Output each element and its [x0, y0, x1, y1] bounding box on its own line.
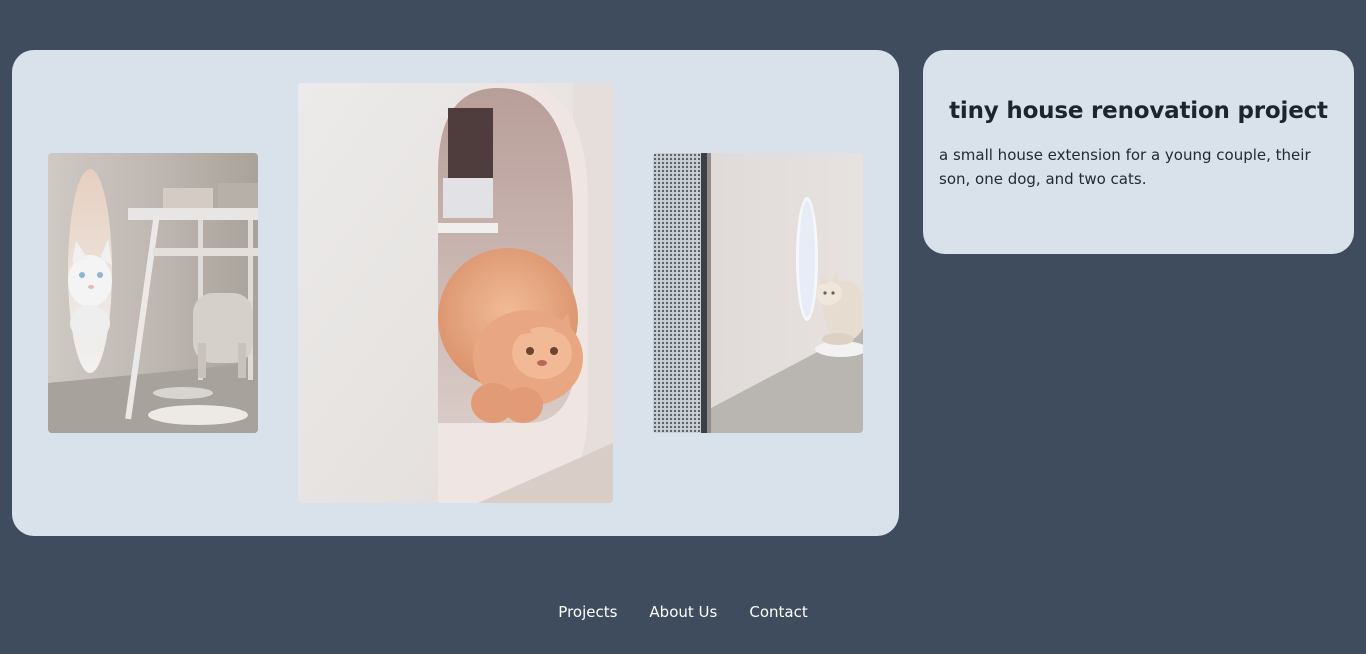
footer-nav: Projects About Us Contact — [0, 603, 1366, 621]
photo-cat-orange-icon — [298, 83, 613, 503]
gallery-photo-3[interactable] — [653, 153, 863, 433]
photo-cat-white-icon — [48, 153, 258, 433]
gallery-photo-2[interactable] — [298, 83, 613, 503]
project-description: a small house extension for a young coup… — [939, 146, 1311, 188]
footer-link-contact[interactable]: Contact — [749, 603, 807, 621]
project-title: tiny house renovation project — [949, 98, 1328, 124]
footer-link-projects[interactable]: Projects — [558, 603, 617, 621]
project-info-card: tiny house renovation project a small ho… — [923, 50, 1354, 254]
photo-cat-cream-icon — [653, 153, 863, 433]
footer-link-about-us[interactable]: About Us — [649, 603, 717, 621]
photo-gallery-card — [12, 50, 899, 536]
gallery-photo-1[interactable] — [48, 153, 258, 433]
